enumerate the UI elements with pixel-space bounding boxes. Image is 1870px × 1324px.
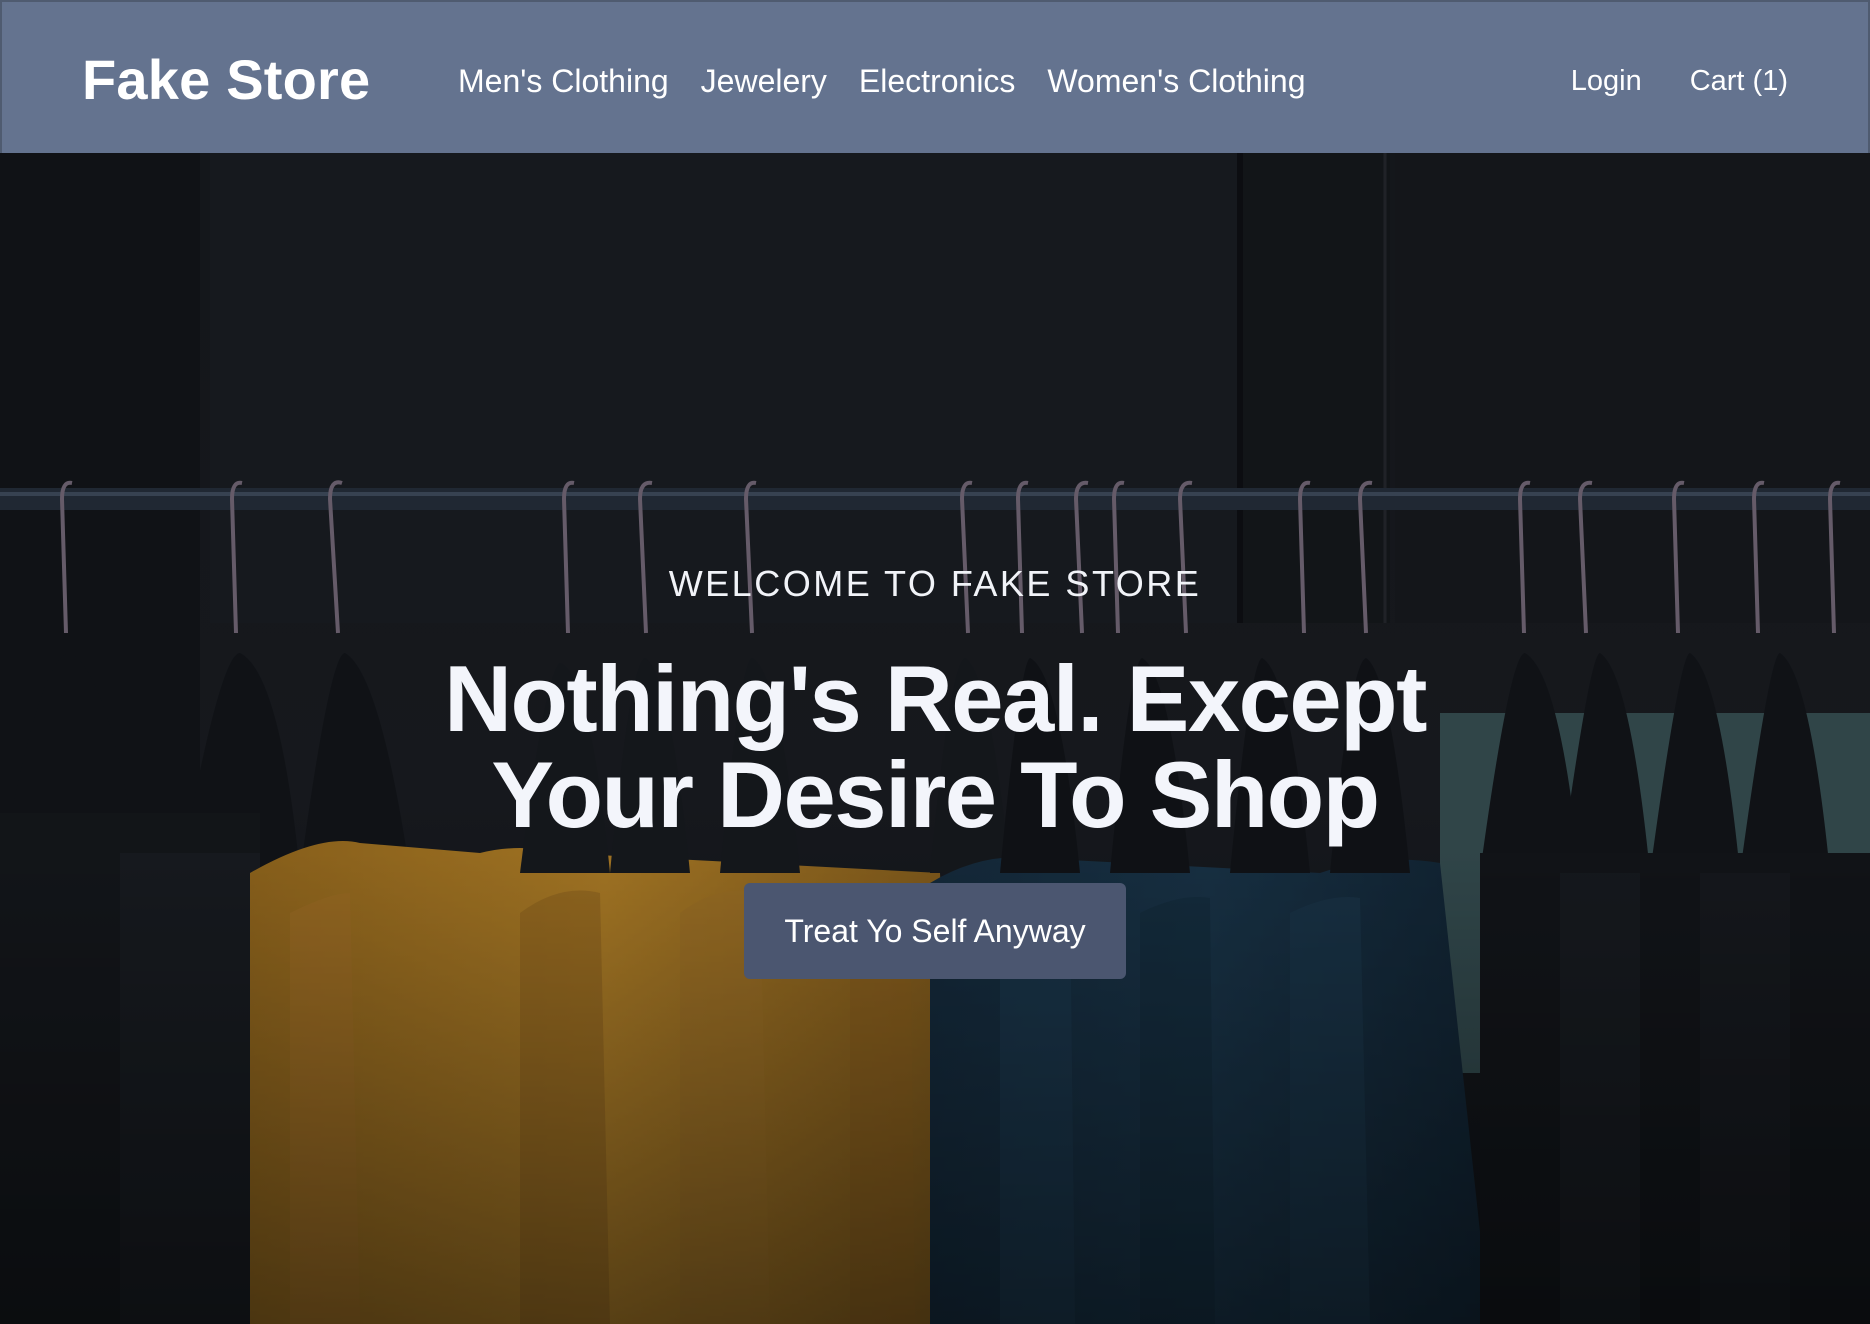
cart-link[interactable]: Cart (1) bbox=[1690, 60, 1788, 102]
nav-link-electronics[interactable]: Electronics bbox=[859, 60, 1016, 102]
nav-link-mens-clothing[interactable]: Men's Clothing bbox=[458, 60, 669, 102]
login-link[interactable]: Login bbox=[1571, 60, 1642, 102]
brand-logo-link[interactable]: Fake Store bbox=[82, 50, 370, 110]
account-nav: Login Cart (1) bbox=[1571, 60, 1788, 102]
hero-kicker-text: WELCOME TO FAKE STORE bbox=[668, 563, 1202, 604]
category-nav: Men's Clothing Jewelery Electronics Wome… bbox=[458, 60, 1306, 102]
nav-link-womens-clothing[interactable]: Women's Clothing bbox=[1047, 60, 1305, 102]
hero-headline: Nothing's Real. Except Your Desire To Sh… bbox=[444, 646, 1427, 847]
treat-yo-self-button[interactable]: Treat Yo Self Anyway bbox=[744, 883, 1126, 979]
navbar: Fake Store Men's Clothing Jewelery Elect… bbox=[0, 0, 1870, 153]
hero-section: WELCOME TO FAKE STORE Nothing's Real. Ex… bbox=[0, 153, 1870, 1324]
nav-link-jewelery[interactable]: Jewelery bbox=[701, 60, 827, 102]
hero-content: WELCOME TO FAKE STORE Nothing's Real. Ex… bbox=[0, 153, 1870, 1324]
page: Fake Store Men's Clothing Jewelery Elect… bbox=[0, 0, 1870, 1324]
